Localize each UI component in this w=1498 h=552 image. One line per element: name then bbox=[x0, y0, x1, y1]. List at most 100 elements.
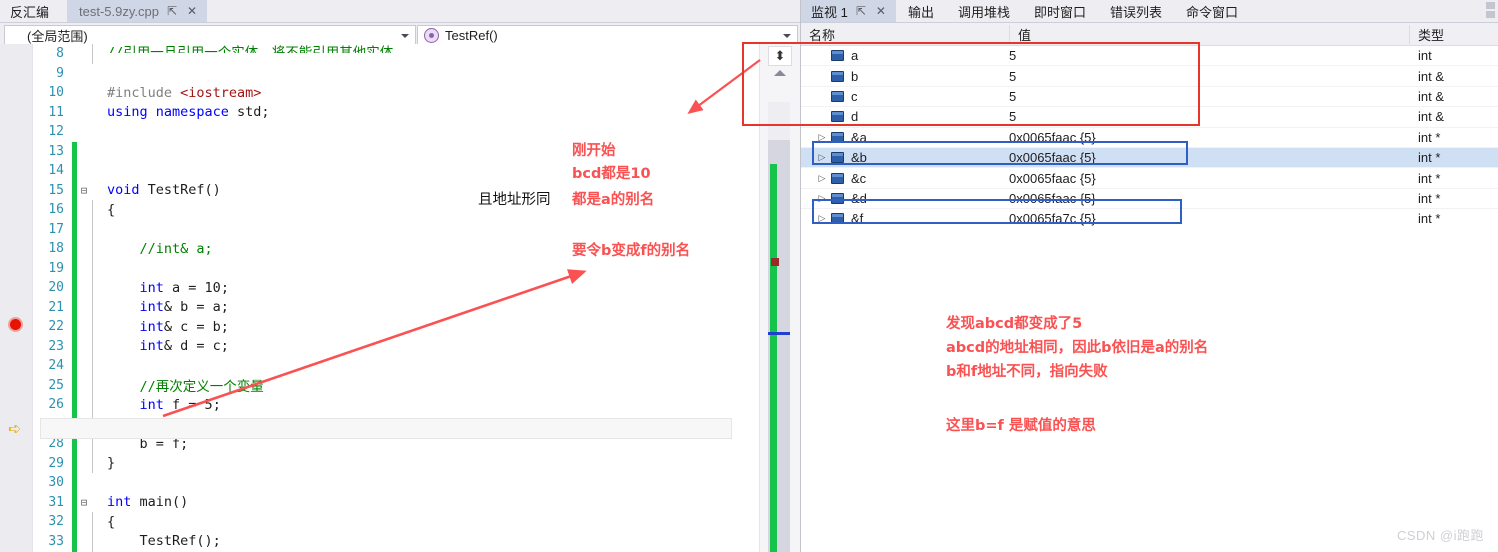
code-line[interactable]: 23 int& d = c; bbox=[32, 336, 760, 356]
code-line[interactable]: 29} bbox=[32, 453, 760, 473]
watch-variable-value[interactable]: 5 bbox=[1001, 69, 1410, 84]
watch-variable-name: &d bbox=[851, 190, 867, 206]
member-dropdown[interactable]: TestRef() bbox=[417, 25, 798, 46]
watch-variable-value[interactable]: 0x0065faac {5} bbox=[1001, 171, 1410, 186]
pin-icon[interactable]: ⇱ bbox=[165, 5, 179, 17]
watch-variable-value[interactable]: 0x0065fa7c {5} bbox=[1001, 211, 1410, 226]
watch-name-cell[interactable]: ▷ &f bbox=[801, 211, 1001, 226]
code-line[interactable]: 12 bbox=[32, 122, 760, 142]
table-row[interactable]: ▷ &a 0x0065faac {5} int * bbox=[801, 126, 1498, 147]
close-icon[interactable]: ✕ bbox=[874, 5, 888, 17]
code-line[interactable]: 26 int f = 5; bbox=[32, 395, 760, 415]
fold-toggle-icon[interactable]: ⊟ bbox=[77, 184, 91, 197]
table-row[interactable]: ▷ &d 0x0065faac {5} int * bbox=[801, 187, 1498, 208]
pin-icon[interactable]: ⇱ bbox=[854, 5, 868, 17]
code-token: int bbox=[139, 279, 164, 296]
scope-dropdown[interactable]: (全局范围) bbox=[4, 25, 416, 46]
table-row[interactable]: a 5 int bbox=[801, 46, 1498, 65]
code-token: std; bbox=[237, 104, 270, 121]
code-line[interactable]: 22 int& c = b; bbox=[32, 317, 760, 337]
code-token: a = bbox=[163, 279, 205, 296]
table-row[interactable]: ▷ &f 0x0065fa7c {5} int * bbox=[801, 208, 1498, 228]
code-line[interactable]: 13 bbox=[32, 141, 760, 161]
breakpoint-gutter[interactable]: ➪ bbox=[0, 44, 33, 552]
code-text: int& d = c; bbox=[105, 338, 229, 354]
watch-name-cell[interactable]: b bbox=[801, 69, 1001, 84]
scroll-up-arrow-icon[interactable] bbox=[774, 70, 786, 76]
code-line[interactable]: 21 int& b = a; bbox=[32, 297, 760, 317]
watch-variable-value[interactable]: 5 bbox=[1001, 89, 1410, 104]
code-line[interactable]: 11 using namespace std; bbox=[32, 103, 760, 123]
code-line[interactable]: 9 bbox=[32, 64, 760, 84]
code-line[interactable]: 20 int a = 10; bbox=[32, 278, 760, 298]
variable-cube-icon bbox=[829, 70, 845, 82]
variable-cube-icon bbox=[829, 111, 845, 123]
tab-immediate-window[interactable]: 即时窗口 bbox=[1022, 0, 1098, 22]
code-line[interactable]: 31 ⊟ int main() bbox=[32, 492, 760, 512]
code-lines[interactable]: 8 //引用一旦引用一个实体，将不能引用其他实体 9 10 #include <iost… bbox=[32, 44, 760, 552]
code-line[interactable]: 10 #include <iostream> bbox=[32, 83, 760, 103]
tab-overflow-icon[interactable] bbox=[1486, 2, 1495, 18]
watch-variable-value[interactable]: 5 bbox=[1001, 48, 1410, 63]
change-marker bbox=[72, 161, 77, 181]
watch-name-cell[interactable]: ▷ &d bbox=[801, 191, 1001, 206]
watch-variable-value[interactable]: 5 bbox=[1001, 109, 1410, 124]
tab-source-file[interactable]: test-5.9zy.cpp ⇱ ✕ bbox=[67, 0, 208, 22]
chevron-right-icon[interactable]: ▷ bbox=[801, 193, 829, 204]
watch-name-cell[interactable]: ▷ &c bbox=[801, 171, 1001, 186]
watch-variable-value[interactable]: 0x0065faac {5} bbox=[1001, 191, 1410, 206]
code-token: ; bbox=[212, 396, 221, 413]
chevron-right-icon[interactable]: ▷ bbox=[801, 213, 829, 224]
breakpoint-icon[interactable] bbox=[8, 317, 23, 332]
chevron-right-icon[interactable]: ▷ bbox=[801, 132, 829, 143]
watch-variable-value[interactable]: 0x0065faac {5} bbox=[1001, 150, 1410, 165]
code-token: using namespace bbox=[107, 104, 238, 121]
code-line[interactable]: 17 bbox=[32, 219, 760, 239]
code-line[interactable]: 30 bbox=[32, 473, 760, 493]
tab-command-window[interactable]: 命令窗口 bbox=[1174, 0, 1250, 22]
code-line[interactable]: 25 //再次定义一个变量 bbox=[32, 375, 760, 395]
code-editor-area[interactable]: ➪ 8 //引用一旦引用一个实体，将不能引用其他实体 9 10 #include <io… bbox=[0, 44, 800, 552]
tab-disassembly[interactable]: 反汇编 bbox=[0, 0, 68, 22]
watch-name-cell[interactable]: c bbox=[801, 89, 1001, 104]
watch-grid-rows[interactable]: a 5 int b 5 int & c 5 int & d 5 int & ▷ &a 0x0065faac … bbox=[801, 46, 1498, 229]
table-row[interactable]: c 5 int & bbox=[801, 85, 1498, 106]
column-header-name[interactable]: 名称 bbox=[801, 25, 1009, 44]
close-icon[interactable]: ✕ bbox=[185, 5, 199, 17]
watch-name-cell[interactable]: ▷ &a bbox=[801, 130, 1001, 145]
chevron-right-icon[interactable]: ▷ bbox=[801, 173, 829, 184]
column-header-value[interactable]: 值 bbox=[1009, 24, 1409, 44]
watch-variable-value[interactable]: 0x0065faac {5} bbox=[1001, 130, 1410, 145]
variable-cube-icon bbox=[829, 50, 845, 62]
chevron-down-icon bbox=[783, 33, 791, 38]
code-line[interactable]: 33 TestRef(); bbox=[32, 531, 760, 551]
code-line[interactable]: 32 { bbox=[32, 512, 760, 532]
line-number: 13 bbox=[48, 143, 64, 159]
line-number: 8 bbox=[56, 46, 64, 62]
code-line[interactable]: 24 bbox=[32, 356, 760, 376]
fold-toggle-icon[interactable]: ⊟ bbox=[77, 496, 91, 509]
table-row[interactable]: b 5 int & bbox=[801, 65, 1498, 85]
change-marker bbox=[72, 512, 77, 532]
code-line[interactable]: 19 bbox=[32, 258, 760, 278]
tab-call-stack[interactable]: 调用堆栈 bbox=[946, 0, 1022, 22]
watch-name-cell[interactable]: a bbox=[801, 48, 1001, 63]
watch-name-cell[interactable]: d bbox=[801, 109, 1001, 124]
split-view-icon[interactable]: ⬍ bbox=[768, 46, 792, 66]
tab-watch-1[interactable]: 监视 1 ⇱ ✕ bbox=[801, 0, 896, 22]
code-token: <iostream> bbox=[180, 84, 262, 101]
chevron-right-icon[interactable]: ▷ bbox=[801, 152, 829, 163]
tab-output[interactable]: 输出 bbox=[896, 0, 946, 22]
code-line[interactable]: 8 //引用一旦引用一个实体，将不能引用其他实体 bbox=[32, 44, 760, 64]
change-marker bbox=[72, 200, 77, 220]
table-row[interactable]: ▷ &b 0x0065faac {5} int * bbox=[801, 146, 1498, 168]
column-header-type[interactable]: 类型 bbox=[1409, 24, 1498, 44]
table-row[interactable]: ▷ &c 0x0065faac {5} int * bbox=[801, 167, 1498, 187]
table-row[interactable]: d 5 int & bbox=[801, 106, 1498, 126]
editor-vertical-scrollbar[interactable]: ⬍ bbox=[759, 44, 800, 552]
line-number: 26 bbox=[48, 397, 64, 413]
tab-error-list[interactable]: 错误列表 bbox=[1098, 0, 1174, 22]
watch-name-cell[interactable]: ▷ &b bbox=[801, 150, 1001, 165]
annotation-text: 刚开始 bbox=[572, 143, 616, 159]
